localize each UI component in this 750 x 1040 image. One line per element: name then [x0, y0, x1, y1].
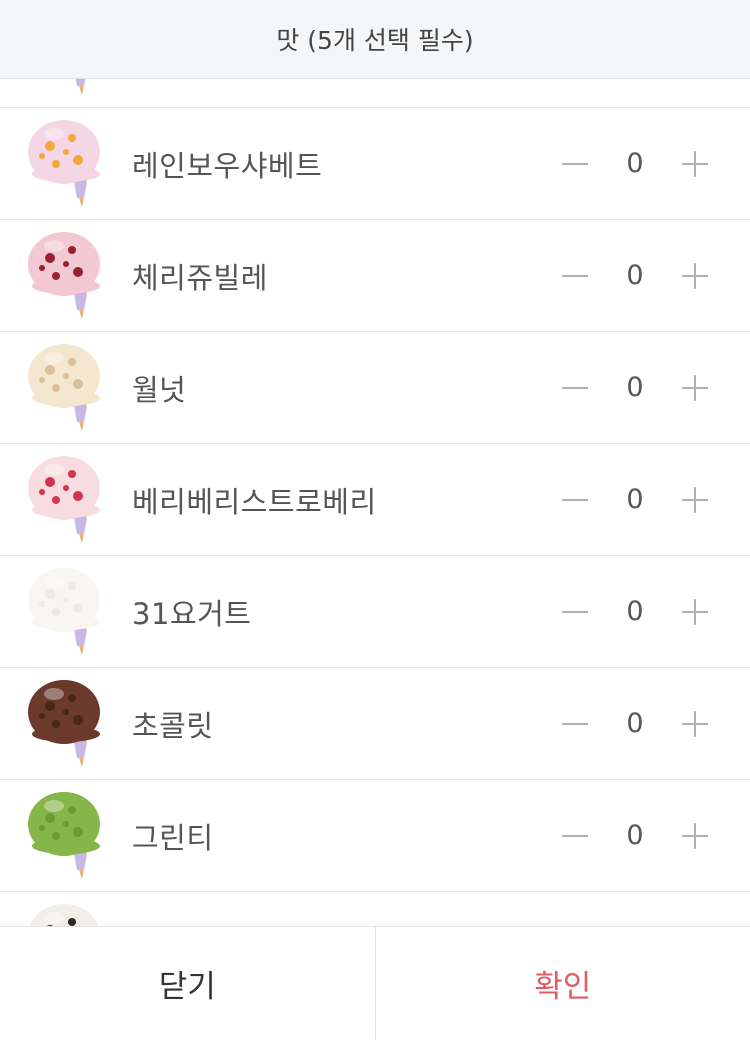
- minus-bar: [562, 275, 588, 277]
- plus-icon[interactable]: [680, 261, 710, 291]
- ice-cream-scoop-icon: [26, 228, 106, 324]
- quantity-value: 0: [620, 708, 650, 739]
- flavor-row: 체리쥬빌레 0: [0, 220, 750, 332]
- plus-icon[interactable]: [680, 149, 710, 179]
- quantity-stepper: 0: [560, 444, 710, 555]
- minus-bar: [562, 499, 588, 501]
- confirm-button[interactable]: 확인: [376, 927, 750, 1040]
- flavor-row: 베리베리스트로베리 0: [0, 444, 750, 556]
- plus-icon[interactable]: [680, 709, 710, 739]
- plus-bar-v: [694, 711, 696, 737]
- quantity-stepper: 0: [560, 556, 710, 667]
- flavor-name: 31요거트: [132, 556, 251, 667]
- modal-title: 맛 (5개 선택 필수): [276, 21, 473, 57]
- flavor-row: [0, 892, 750, 926]
- ice-cream-scoop-icon: [26, 788, 106, 884]
- ice-cream-scoop-icon: [26, 116, 106, 212]
- quantity-value: 0: [620, 148, 650, 179]
- quantity-stepper: 0: [560, 108, 710, 219]
- ice-cream-scoop-icon: [26, 676, 106, 772]
- minus-bar: [562, 611, 588, 613]
- minus-icon[interactable]: [560, 485, 590, 515]
- flavor-name: 초콜릿: [132, 668, 214, 779]
- plus-bar-v: [694, 823, 696, 849]
- flavor-row: 그린티 0: [0, 780, 750, 892]
- flavor-row: 월넛 0: [0, 332, 750, 444]
- ice-cream-scoop-icon: [26, 452, 106, 548]
- close-button-label: 닫기: [159, 961, 216, 1006]
- flavor-name: 체리쥬빌레: [132, 220, 268, 331]
- minus-icon[interactable]: [560, 149, 590, 179]
- flavor-row: 레인보우샤베트 0: [0, 108, 750, 220]
- plus-bar-v: [694, 375, 696, 401]
- plus-icon[interactable]: [680, 597, 710, 627]
- quantity-value: 0: [620, 260, 650, 291]
- minus-icon[interactable]: [560, 597, 590, 627]
- close-button[interactable]: 닫기: [0, 927, 376, 1040]
- minus-icon[interactable]: [560, 373, 590, 403]
- plus-bar-v: [694, 151, 696, 177]
- quantity-value: 0: [620, 596, 650, 627]
- minus-bar: [562, 723, 588, 725]
- minus-icon[interactable]: [560, 821, 590, 851]
- flavor-row: 31요거트 0: [0, 556, 750, 668]
- quantity-value: 0: [620, 820, 650, 851]
- plus-bar-v: [694, 263, 696, 289]
- flavor-name: 월넛: [132, 332, 186, 443]
- flavor-list[interactable]: 레인보우샤베트0체리쥬빌레0월넛0베리베리스트로베리031요거트0초콜릿0그린티…: [0, 79, 750, 926]
- quantity-stepper: 0: [560, 332, 710, 443]
- minus-bar: [562, 163, 588, 165]
- minus-icon[interactable]: [560, 261, 590, 291]
- plus-bar-v: [694, 487, 696, 513]
- modal-footer: 닫기 확인: [0, 926, 750, 1040]
- quantity-stepper: 0: [560, 780, 710, 891]
- ice-cream-scoop-icon: [26, 564, 106, 660]
- quantity-value: 0: [620, 372, 650, 403]
- plus-bar-v: [694, 599, 696, 625]
- quantity-stepper: 0: [560, 668, 710, 779]
- confirm-button-label: 확인: [534, 961, 591, 1006]
- plus-icon[interactable]: [680, 485, 710, 515]
- ice-cream-scoop-icon: [26, 900, 106, 926]
- ice-cream-scoop-icon: [26, 79, 106, 100]
- flavor-row: 초콜릿 0: [0, 668, 750, 780]
- plus-icon[interactable]: [680, 373, 710, 403]
- flavor-list-inner: 레인보우샤베트0체리쥬빌레0월넛0베리베리스트로베리031요거트0초콜릿0그린티…: [0, 79, 750, 926]
- minus-bar: [562, 835, 588, 837]
- minus-icon[interactable]: [560, 709, 590, 739]
- flavor-name: 그린티: [132, 780, 214, 891]
- ice-cream-scoop-icon: [26, 340, 106, 436]
- flavor-row: [0, 79, 750, 108]
- quantity-stepper: 0: [560, 220, 710, 331]
- minus-bar: [562, 387, 588, 389]
- flavor-name: 베리베리스트로베리: [132, 444, 377, 555]
- plus-icon[interactable]: [680, 821, 710, 851]
- modal-header: 맛 (5개 선택 필수): [0, 0, 750, 79]
- quantity-value: 0: [620, 484, 650, 515]
- flavor-name: 레인보우샤베트: [132, 108, 322, 219]
